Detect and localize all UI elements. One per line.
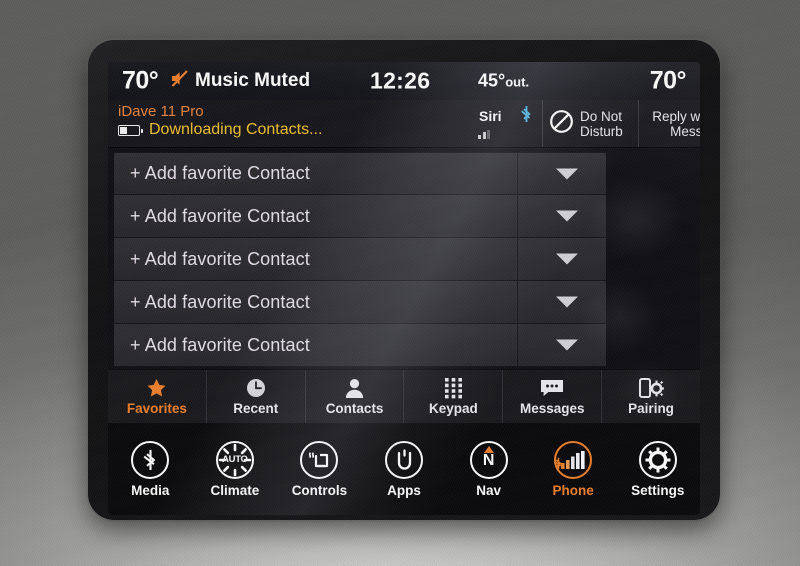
tab-favorites-label: Favorites [126,400,187,416]
list-item[interactable]: + Add favorite Contact [114,152,606,195]
tab-messages-label: Messages [519,400,585,416]
reply-with-text-label: Reply with Text Message [652,109,700,139]
list-item[interactable]: + Add favorite Contact [114,238,606,281]
nav-item-climate-label: Climate [210,482,260,498]
keypad-icon [444,377,462,399]
nav-item-settings[interactable]: Settings [615,440,700,498]
status-bar: 70° Music Muted 12:26 45°out. 70° [108,62,700,100]
driver-temp[interactable]: 70° [122,67,159,96]
siri-status[interactable]: Siri [476,100,538,147]
add-favorite-contact-label: + Add favorite Contact [130,291,310,312]
add-favorite-contact-label: + Add favorite Contact [130,334,310,355]
dashboard-surround: 70° Music Muted 12:26 45°out. 70° iDave … [0,0,800,566]
passenger-temp[interactable]: 70° [650,67,687,96]
dnd-line1: Do Not [580,108,623,124]
add-favorite-contact-label: + Add favorite Contact [130,205,310,226]
speaker-muted-icon [170,69,190,93]
list-item[interactable]: + Add favorite Contact [114,324,606,367]
list-item[interactable]: + Add favorite Contact [114,281,606,324]
tab-contacts-label: Contacts [325,400,384,416]
main-nav-bar: Media AUTO Climate Controls Apps N Nav P… [108,423,700,515]
tab-favorites[interactable]: Favorites [108,370,207,423]
uconnect-logo-icon [385,440,424,479]
chevron-down-icon[interactable] [556,253,578,265]
row-divider [517,324,518,366]
nav-item-phone-label: Phone [552,482,594,498]
nav-item-controls-label: Controls [291,482,348,498]
outside-temp-value: 45° [478,70,506,91]
siri-label: Siri [479,108,502,124]
connected-device: iDave 11 Pro Downloading Contacts... [118,103,322,139]
person-icon [345,378,364,399]
battery-low-icon [118,124,143,136]
nav-item-settings-label: Settings [631,482,685,498]
chevron-down-icon[interactable] [556,210,578,222]
nav-item-media-label: Media [131,482,170,498]
device-name: iDave 11 Pro [118,103,204,120]
infotainment-screen: 70° Music Muted 12:26 45°out. 70° iDave … [108,62,700,515]
bluetooth-icon [554,457,563,475]
gear-icon [638,440,677,479]
tab-pairing-label: Pairing [628,400,674,416]
outside-temp-label: out. [505,74,530,90]
tab-recent[interactable]: Recent [207,370,306,423]
do-not-disturb-label: Do Not Disturb [580,109,623,139]
device-status: Downloading Contacts... [149,121,323,138]
tab-recent-label: Recent [233,400,279,416]
bluetooth-icon [131,440,170,479]
clock-icon [246,378,266,399]
row-divider [517,238,518,280]
reply-with-text-button[interactable]: Reply with Text Message [638,100,700,147]
tab-contacts[interactable]: Contacts [306,370,405,423]
nav-item-apps[interactable]: Apps [362,440,447,498]
bluetooth-icon [520,105,533,128]
signal-bars-icon [478,130,490,139]
music-muted-label: Music Muted [195,70,311,91]
message-bubble-icon [540,378,564,399]
clock: 12:26 [370,67,431,94]
add-favorite-contact-label: + Add favorite Contact [130,248,310,269]
chevron-down-icon[interactable] [556,296,578,308]
nav-item-nav[interactable]: N Nav [446,440,531,498]
signal-bars-icon [554,440,593,479]
chevron-down-icon[interactable] [556,339,578,351]
row-divider [517,195,518,237]
favorites-list: + Add favorite Contact + Add favorite Co… [108,148,700,369]
tab-keypad-label: Keypad [429,400,478,416]
nav-item-phone[interactable]: Phone [531,440,616,498]
row-divider [517,281,518,323]
nav-item-nav-label: Nav [476,482,501,498]
tab-messages[interactable]: Messages [503,370,603,423]
tab-pairing[interactable]: Pairing [602,370,700,423]
compass-north-icon: N [469,440,508,479]
phone-tab-bar: Favorites Recent Contacts Keypad Message… [108,369,700,423]
phone-status-bar: iDave 11 Pro Downloading Contacts... Sir… [108,100,700,148]
row-divider [517,153,518,194]
dnd-line2: Disturb [580,123,623,139]
music-muted-indicator[interactable]: Music Muted [170,69,310,93]
outside-temp: 45°out. [478,71,529,92]
nav-item-apps-label: Apps [387,482,421,498]
nav-item-controls[interactable]: Controls [277,440,362,498]
do-not-disturb-button[interactable]: Do Not Disturb [542,100,638,147]
nav-item-climate[interactable]: AUTO Climate [193,440,278,498]
phone-gear-icon [638,378,664,399]
no-entry-icon [549,109,574,139]
chevron-down-icon[interactable] [556,168,578,179]
add-favorite-contact-label: + Add favorite Contact [130,163,310,183]
reply-line2: Message [670,123,700,139]
reply-line1: Reply with Text [652,108,700,124]
auto-fan-icon: AUTO [215,440,254,479]
list-item[interactable]: + Add favorite Contact [114,195,606,238]
nav-item-media[interactable]: Media [108,440,193,498]
tab-keypad[interactable]: Keypad [404,370,504,423]
star-icon [146,378,167,399]
heated-seat-icon [300,440,339,479]
